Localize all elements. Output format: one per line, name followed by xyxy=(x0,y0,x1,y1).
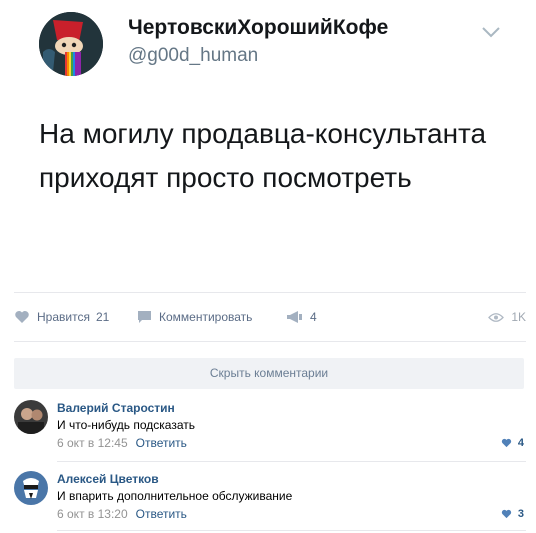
user-avatar-image xyxy=(14,471,48,505)
comment-label: Комментировать xyxy=(159,310,253,324)
share-button[interactable]: 4 xyxy=(286,305,317,329)
heart-icon xyxy=(15,311,29,323)
comment-avatar[interactable] xyxy=(14,400,48,434)
heart-icon xyxy=(501,438,512,448)
comment-like-count: 4 xyxy=(517,437,524,449)
comment-meta: 6 окт в 13:20 Ответить xyxy=(57,507,187,521)
eye-icon xyxy=(488,312,505,322)
heart-icon xyxy=(501,509,512,519)
comment-author[interactable]: Алексей Цветков xyxy=(57,472,159,486)
hide-comments-button[interactable]: Скрыть комментарии xyxy=(14,358,524,389)
divider xyxy=(57,530,526,531)
like-count: 21 xyxy=(95,310,110,324)
divider xyxy=(14,341,526,342)
chevron-down-icon[interactable] xyxy=(480,24,502,40)
comment-button[interactable]: Комментировать xyxy=(137,305,252,329)
tweet-avatar[interactable] xyxy=(39,12,103,76)
reply-link[interactable]: Ответить xyxy=(136,507,187,521)
comment-author[interactable]: Валерий Старостин xyxy=(57,401,175,415)
comment-icon xyxy=(138,311,151,323)
comment-like-button[interactable]: 3 xyxy=(501,508,524,520)
comment-text: И впарить дополнительное обслуживание xyxy=(57,489,293,503)
share-count: 4 xyxy=(310,310,317,324)
views-count: 1K xyxy=(511,310,526,324)
comment-like-count: 3 xyxy=(517,508,524,520)
comment-meta: 6 окт в 12:45 Ответить xyxy=(57,436,187,450)
megaphone-icon xyxy=(287,311,302,323)
like-button[interactable]: Нравится 21 xyxy=(14,305,109,329)
divider xyxy=(57,461,526,462)
comment-avatar[interactable] xyxy=(14,471,48,505)
post-action-bar: Нравится 21 Комментировать 4 1K xyxy=(14,305,526,329)
user-photo-image xyxy=(14,400,48,434)
comment-time[interactable]: 6 окт в 12:45 xyxy=(57,436,128,450)
tweet-text: На могилу продавца-консультанта приходят… xyxy=(39,118,487,193)
gnome-rainbow-avatar-image xyxy=(39,12,103,76)
reply-link[interactable]: Ответить xyxy=(136,436,187,450)
comment-like-button[interactable]: 4 xyxy=(501,437,524,449)
views-counter: 1K xyxy=(488,305,526,329)
like-label: Нравится xyxy=(37,310,90,324)
tweet-handle[interactable]: @g00d_human xyxy=(128,45,258,67)
comment-text: И что-нибудь подсказать xyxy=(57,418,195,432)
divider xyxy=(14,292,526,293)
tweet-display-name[interactable]: ЧертовскиХорошийКофе xyxy=(128,16,388,40)
comment-time[interactable]: 6 окт в 13:20 xyxy=(57,507,128,521)
